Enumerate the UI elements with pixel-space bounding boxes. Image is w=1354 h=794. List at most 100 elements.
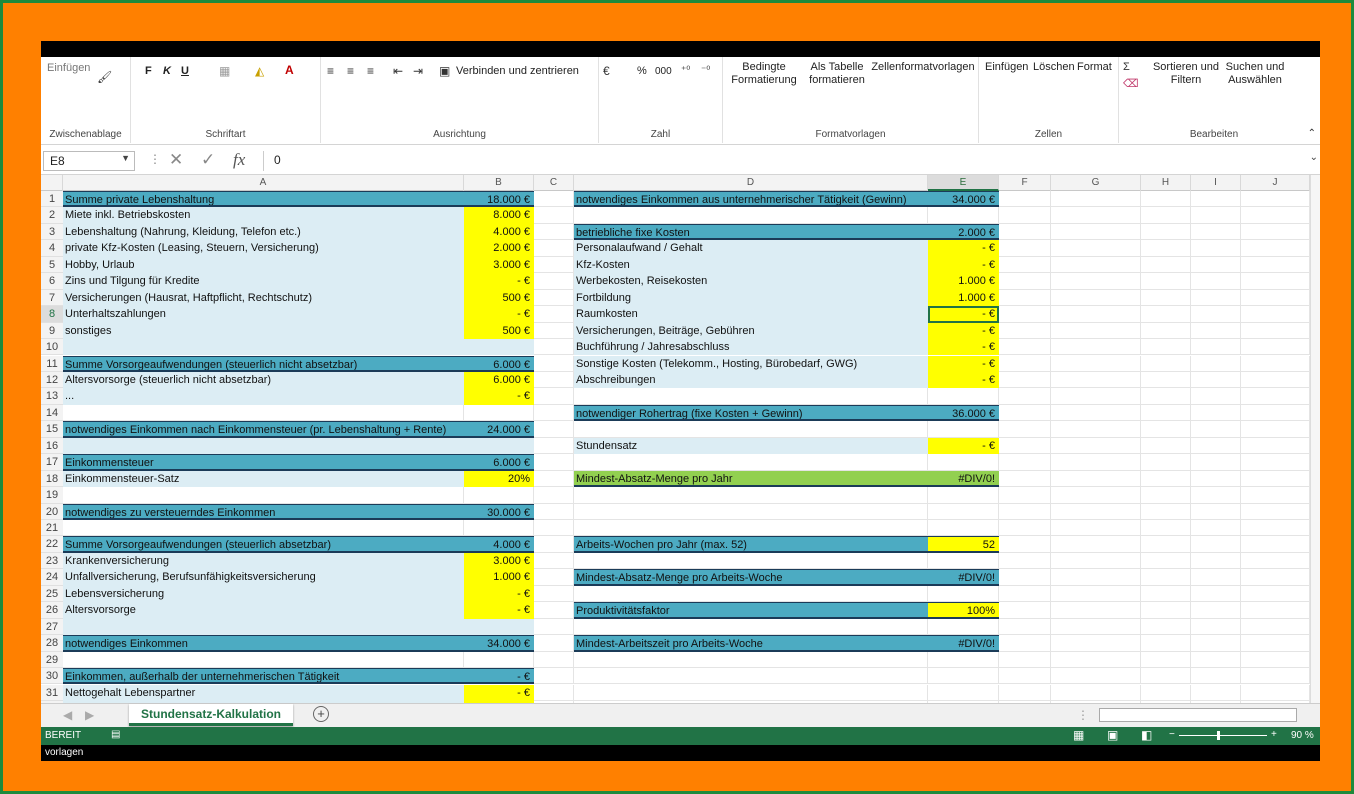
- sort-filter-button[interactable]: Sortieren und Filtern: [1151, 61, 1221, 87]
- cell-e[interactable]: 34.000 €: [928, 191, 999, 208]
- grid-cell[interactable]: [1241, 421, 1310, 438]
- grid-cell[interactable]: [1051, 520, 1141, 537]
- cell-b[interactable]: 500 €: [464, 289, 534, 307]
- cell-b[interactable]: [464, 437, 534, 455]
- grid-cell[interactable]: [999, 421, 1051, 438]
- cell-d[interactable]: Fortbildung: [574, 289, 928, 307]
- grid-cell[interactable]: [1241, 339, 1310, 356]
- grid-cell[interactable]: [1241, 322, 1310, 340]
- cell-d[interactable]: Raumkosten: [574, 306, 928, 323]
- grid-cell[interactable]: [1051, 355, 1141, 372]
- cell-d[interactable]: Werbekosten, Reisekosten: [574, 273, 928, 290]
- grid-cell[interactable]: [1241, 454, 1310, 471]
- cell-d[interactable]: Kfz-Kosten: [574, 256, 928, 274]
- cell-d[interactable]: Sonstige Kosten (Telekomm., Hosting, Bür…: [574, 355, 928, 372]
- cell-e[interactable]: [928, 504, 999, 520]
- cell-e[interactable]: [928, 685, 999, 701]
- cell-b[interactable]: [464, 652, 534, 668]
- grid-cell[interactable]: [1141, 306, 1191, 323]
- cell-a[interactable]: [63, 437, 464, 455]
- grid-cell[interactable]: [999, 520, 1051, 537]
- cell-b[interactable]: - €: [464, 306, 534, 323]
- row-header[interactable]: 13: [41, 388, 63, 405]
- cell-e[interactable]: - €: [928, 306, 999, 323]
- cell-a[interactable]: notwendiges Einkommen: [63, 635, 464, 652]
- column-header-g[interactable]: G: [1051, 175, 1141, 191]
- decimal-increase-icon[interactable]: ⁺⁰: [681, 64, 690, 78]
- currency-icon[interactable]: €: [603, 64, 610, 78]
- cell-b[interactable]: 2.000 €: [464, 240, 534, 257]
- grid-cell[interactable]: [1141, 585, 1191, 603]
- cell-b[interactable]: 6.000 €: [464, 371, 534, 389]
- cell-d[interactable]: notwendiger Rohertrag (fixe Kosten + Gew…: [574, 404, 928, 422]
- scroll-left-icon[interactable]: ◀: [63, 708, 72, 722]
- cell-b[interactable]: [464, 339, 534, 356]
- cell-d[interactable]: Personalaufwand / Gehalt: [574, 240, 928, 257]
- row-header[interactable]: 9: [41, 322, 63, 340]
- grid-cell[interactable]: [1051, 371, 1141, 389]
- row-header[interactable]: 28: [41, 635, 63, 652]
- grid-cell[interactable]: [534, 487, 574, 504]
- grid-cell[interactable]: [1051, 388, 1141, 405]
- grid-cell[interactable]: [1141, 618, 1191, 636]
- grid-cell[interactable]: [1191, 339, 1241, 356]
- grid-cell[interactable]: [534, 618, 574, 636]
- cell-a[interactable]: [63, 520, 464, 536]
- cell-a[interactable]: [63, 339, 464, 356]
- grid-cell[interactable]: [1141, 371, 1191, 389]
- grid-cell[interactable]: [534, 569, 574, 586]
- grid-cell[interactable]: [1141, 421, 1191, 438]
- grid-cell[interactable]: [1051, 684, 1141, 701]
- cell-e[interactable]: - €: [928, 322, 999, 340]
- cell-e[interactable]: [928, 668, 999, 684]
- cell-d[interactable]: [574, 553, 928, 569]
- cell-e[interactable]: #DIV/0!: [928, 470, 999, 488]
- grid-cell[interactable]: [1051, 339, 1141, 356]
- cell-e[interactable]: - €: [928, 339, 999, 356]
- grid-cell[interactable]: [1241, 240, 1310, 257]
- grid-cell[interactable]: [1241, 651, 1310, 669]
- confirm-icon[interactable]: ✓: [201, 150, 215, 170]
- grid-cell[interactable]: [999, 487, 1051, 504]
- grid-cell[interactable]: [999, 437, 1051, 455]
- row-header[interactable]: 27: [41, 618, 63, 636]
- grid-cell[interactable]: [534, 552, 574, 570]
- cell-e[interactable]: [928, 388, 999, 404]
- merge-center-button[interactable]: Verbinden und zentrieren: [456, 65, 579, 78]
- page-layout-icon[interactable]: ▣: [1107, 728, 1118, 742]
- grid-cell[interactable]: [999, 273, 1051, 290]
- format-as-table-button[interactable]: Als Tabelle formatieren: [805, 61, 869, 87]
- chevron-down-icon[interactable]: ▼: [121, 153, 130, 163]
- row-header[interactable]: 31: [41, 684, 63, 701]
- grid-cell[interactable]: [534, 470, 574, 488]
- grid-cell[interactable]: [1241, 585, 1310, 603]
- grid-cell[interactable]: [1191, 487, 1241, 504]
- zoom-in-icon[interactable]: +: [1271, 729, 1277, 740]
- vertical-scrollbar[interactable]: [1310, 175, 1320, 739]
- cell-b[interactable]: - €: [464, 585, 534, 603]
- cell-b[interactable]: - €: [464, 388, 534, 405]
- select-all-corner[interactable]: [41, 175, 63, 191]
- grid-cell[interactable]: [1191, 520, 1241, 537]
- cell-a[interactable]: Summe Vorsorgeaufwendungen (steuerlich n…: [63, 355, 464, 372]
- find-select-button[interactable]: Suchen und Auswählen: [1223, 61, 1287, 87]
- grid-cell[interactable]: [534, 240, 574, 257]
- cell-a[interactable]: Altersvorsorge: [63, 602, 464, 619]
- grid-cell[interactable]: [1051, 552, 1141, 570]
- row-header[interactable]: 26: [41, 602, 63, 619]
- grid-cell[interactable]: [999, 684, 1051, 701]
- grid-cell[interactable]: [1051, 651, 1141, 669]
- bold-button[interactable]: F: [145, 65, 152, 78]
- grid-cell[interactable]: [534, 503, 574, 520]
- cell-b[interactable]: - €: [464, 602, 534, 619]
- row-header[interactable]: 15: [41, 421, 63, 438]
- grid-cell[interactable]: [1141, 223, 1191, 241]
- grid-cell[interactable]: [1141, 536, 1191, 553]
- percent-button[interactable]: %: [637, 65, 647, 78]
- border-icon[interactable]: ▦: [219, 64, 230, 78]
- tab-stundensatz-kalkulation[interactable]: Stundensatz-Kalkulation: [129, 704, 294, 726]
- cell-a[interactable]: Miete inkl. Betriebskosten: [63, 207, 464, 224]
- grid-cell[interactable]: [999, 635, 1051, 652]
- grid-cell[interactable]: [1141, 520, 1191, 537]
- cell-b[interactable]: 3.000 €: [464, 552, 534, 570]
